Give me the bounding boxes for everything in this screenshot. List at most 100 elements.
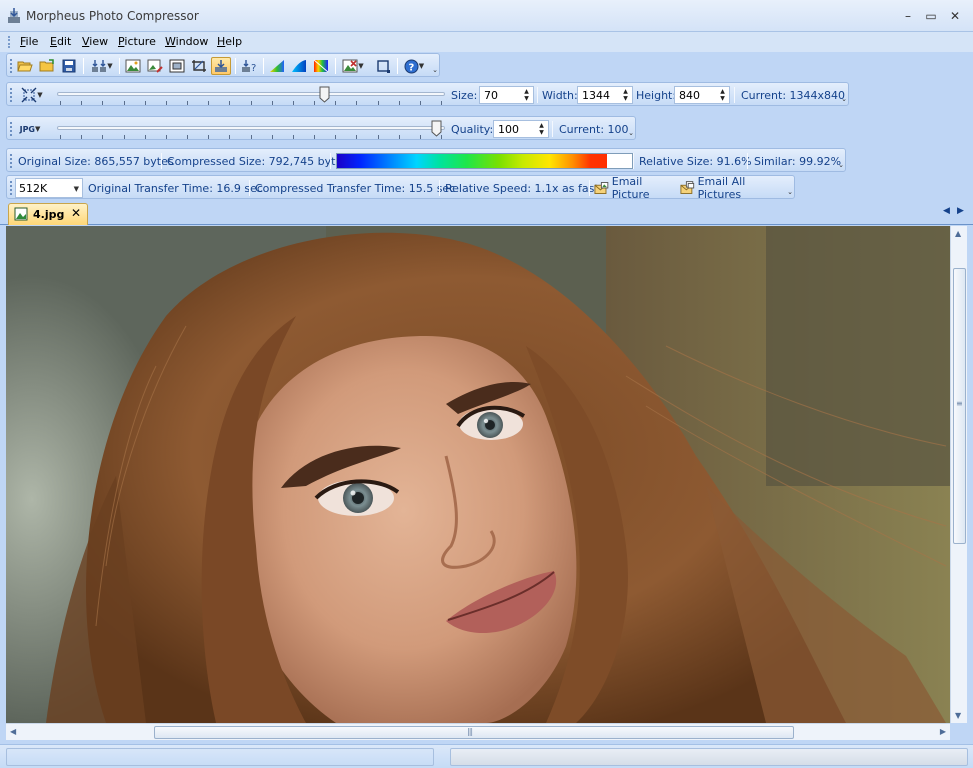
scroll-up-icon[interactable]: ▲ [955, 229, 961, 238]
slider-tick [250, 135, 252, 139]
email-picture-button[interactable]: Email Picture [594, 175, 678, 201]
size-slider-track[interactable] [57, 92, 445, 96]
menu-view[interactable]: View [82, 35, 108, 48]
image-options-icon[interactable]: ▼ [339, 57, 367, 75]
format-dropdown[interactable]: JPG ▼ [17, 120, 43, 138]
connection-speed-select[interactable]: 512K ▼ [15, 178, 83, 198]
separator [249, 180, 250, 196]
image-edit-icon[interactable] [145, 57, 165, 75]
chevron-down-icon[interactable]: ▼ [74, 185, 79, 193]
slider-tick [292, 135, 294, 139]
close-button[interactable]: ✕ [946, 8, 964, 24]
transfer-bar-overflow-icon[interactable]: ⌄ [787, 188, 793, 196]
slider-tick [229, 101, 231, 105]
compress-help-icon[interactable]: ? [239, 57, 259, 75]
size-info-bar: Original Size: 865,557 bytes Compressed … [6, 148, 846, 172]
slider-tick [314, 101, 315, 105]
width-label: Width: [542, 89, 578, 102]
size-value: 70 [484, 89, 498, 102]
horizontal-scroll-thumb[interactable]: ||| [154, 726, 794, 739]
quality-spin-arrows-icon[interactable]: ▲ ▼ [535, 121, 548, 137]
compress-active-icon[interactable] [211, 57, 231, 75]
size-slider-thumb[interactable] [319, 86, 330, 103]
document-tabstrip: 4.jpg ✕ ◀ ▶ [0, 200, 973, 225]
minimize-button[interactable]: – [899, 8, 917, 24]
vertical-scrollbar[interactable]: ▲ ≡ ▼ [950, 226, 967, 723]
slider-tick [250, 101, 252, 105]
height-spin-arrows-icon[interactable]: ▲ ▼ [716, 87, 729, 103]
compressed-transfer-label: Compressed Transfer Time: 15.5 sec [255, 182, 456, 195]
tab-label: 4.jpg [33, 208, 65, 221]
quality-spinner[interactable]: 100 ▲ ▼ [493, 120, 549, 138]
slider-tick [398, 101, 400, 105]
size-info-grip[interactable] [10, 154, 13, 168]
slider-tick [102, 101, 104, 105]
menu-help[interactable]: Help [217, 35, 242, 48]
size-slider-ticks [60, 101, 442, 105]
image-canvas[interactable] [6, 226, 950, 723]
image-frame-icon[interactable] [167, 57, 187, 75]
save-icon[interactable] [59, 57, 79, 75]
compression-spectrum-bar [336, 153, 633, 169]
size-info-overflow-icon[interactable]: ⌄ [838, 161, 844, 169]
toolbar-separator [335, 58, 336, 74]
slider-tick [144, 101, 146, 105]
svg-text:?: ? [408, 62, 414, 73]
current-size-label: Current: 1344x840 [741, 89, 846, 102]
toolbar-grip[interactable] [10, 59, 13, 73]
height-spinner[interactable]: 840 ▲ ▼ [674, 86, 730, 104]
separator [633, 153, 634, 169]
slider-tick [144, 135, 146, 139]
slider-tick [377, 135, 379, 139]
scroll-left-icon[interactable]: ◀ [10, 727, 16, 736]
size-label: Size: [451, 89, 478, 102]
resize-mode-icon[interactable]: ▼ [17, 86, 47, 104]
vertical-scroll-thumb[interactable]: ≡ [953, 268, 966, 544]
quality-slider-track[interactable] [57, 126, 445, 130]
menu-window[interactable]: Window [165, 35, 208, 48]
tab-scroll-right-icon[interactable]: ▶ [957, 206, 964, 216]
status-bar [0, 744, 973, 768]
help-icon[interactable]: ? ▼ [401, 57, 427, 75]
slider-tick [102, 135, 104, 139]
tab-4-jpg[interactable]: 4.jpg ✕ [8, 203, 88, 225]
email-all-pictures-button[interactable]: Email All Pictures [680, 175, 784, 201]
image-icon[interactable] [123, 57, 143, 75]
size-spin-arrows-icon[interactable]: ▲ ▼ [520, 87, 533, 103]
email-all-icon [680, 181, 695, 194]
menu-file[interactable]: File [20, 35, 38, 48]
spectrum-icon[interactable] [311, 57, 331, 75]
menu-picture[interactable]: Picture [118, 35, 156, 48]
gradient-icon[interactable] [267, 57, 287, 75]
height-label: Height: [636, 89, 677, 102]
slider-tick [81, 135, 83, 139]
transfer-bar-grip[interactable] [10, 181, 13, 195]
menu-edit[interactable]: Edit [50, 35, 71, 48]
slider-tick [271, 135, 273, 139]
scroll-right-icon[interactable]: ▶ [940, 727, 946, 736]
size-bar-overflow-icon[interactable]: ⌄ [841, 95, 847, 103]
horizontal-scrollbar[interactable]: ◀ ||| ▶ [6, 723, 950, 740]
toolbar-overflow-icon[interactable]: ⌄ [432, 66, 438, 74]
menu-grip[interactable] [8, 36, 11, 48]
quality-slider-thumb[interactable] [431, 120, 442, 137]
size-spinner[interactable]: 70 ▲ ▼ [479, 86, 534, 104]
size-bar-grip[interactable] [10, 88, 13, 102]
batch-compress-icon[interactable]: ▼ [89, 57, 115, 75]
color-gradient-icon[interactable] [289, 57, 309, 75]
width-spin-arrows-icon[interactable]: ▲ ▼ [619, 87, 632, 103]
rectangle-select-icon[interactable] [373, 57, 393, 75]
separator [552, 121, 553, 137]
open-folder-icon[interactable] [37, 57, 57, 75]
open-icon[interactable] [15, 57, 35, 75]
quality-bar-overflow-icon[interactable]: ⌄ [628, 129, 634, 137]
width-spinner[interactable]: 1344 ▲ ▼ [577, 86, 633, 104]
quality-bar-grip[interactable] [10, 122, 13, 136]
slider-tick [398, 135, 400, 139]
maximize-button[interactable]: ▭ [922, 8, 940, 24]
crop-icon[interactable] [189, 57, 209, 75]
tab-close-icon[interactable]: ✕ [71, 206, 81, 220]
scroll-down-icon[interactable]: ▼ [955, 711, 961, 720]
svg-text:?: ? [251, 63, 256, 73]
tab-scroll-left-icon[interactable]: ◀ [943, 206, 950, 216]
